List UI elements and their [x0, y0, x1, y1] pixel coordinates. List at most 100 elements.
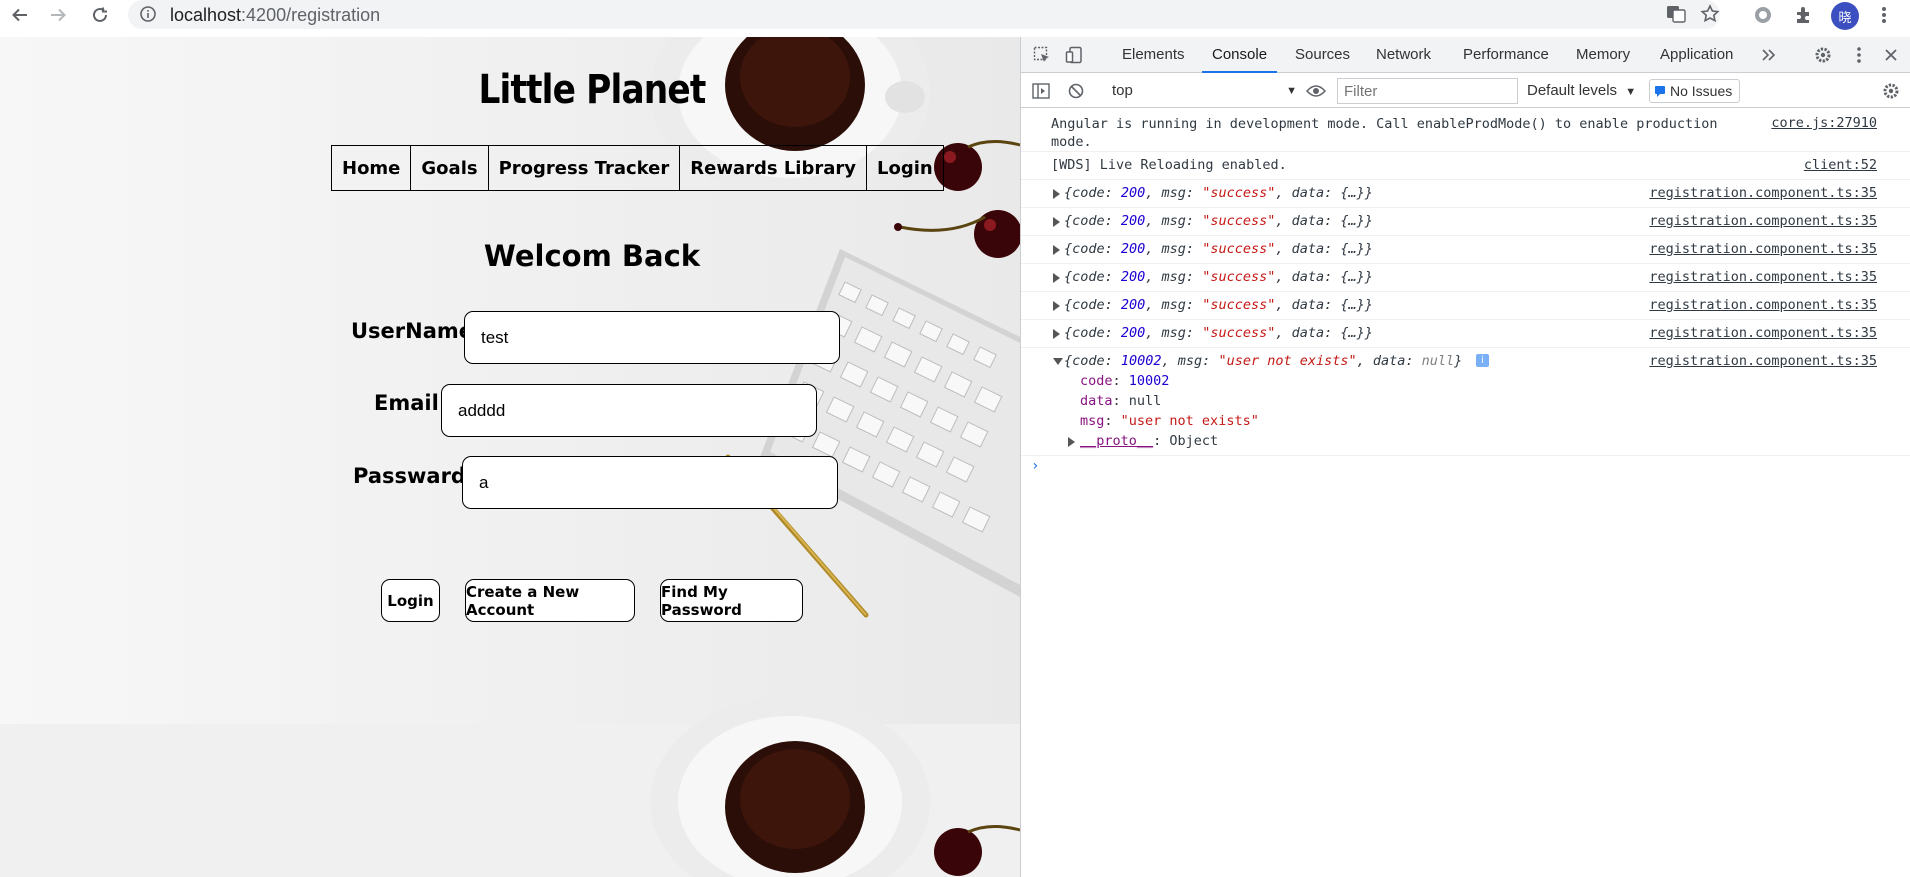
issues-flag-icon: [1655, 86, 1665, 97]
source-link[interactable]: core.js:27910: [1771, 115, 1877, 131]
context-value: top: [1112, 82, 1133, 99]
username-input[interactable]: [464, 311, 840, 364]
console-settings-gear-icon[interactable]: [1879, 79, 1903, 103]
info-i-icon[interactable]: i: [1476, 354, 1489, 367]
console-filter-input[interactable]: [1337, 78, 1518, 104]
console-object-row: {code: 200, msg: "success", data: {…}} re…: [1021, 264, 1910, 292]
object-preview[interactable]: {code: 200, msg: "success", data: {…}}: [1064, 297, 1373, 313]
console-prompt[interactable]: ›: [1021, 456, 1910, 478]
expand-triangle-icon[interactable]: [1053, 217, 1060, 227]
extensions-puzzle-icon[interactable]: [1792, 3, 1816, 27]
issues-button[interactable]: No Issues: [1649, 79, 1740, 103]
source-link[interactable]: registration.component.ts:35: [1649, 353, 1877, 369]
welcome-heading: Welcom Back: [483, 239, 701, 273]
password-input[interactable]: [462, 456, 838, 509]
device-toolbar-icon[interactable]: [1062, 43, 1086, 67]
source-link[interactable]: registration.component.ts:35: [1649, 213, 1877, 229]
success-code: 200: [1120, 269, 1146, 285]
nav-goals[interactable]: Goals: [411, 146, 489, 190]
show-sidebar-icon[interactable]: [1029, 79, 1053, 103]
context-selector[interactable]: top ▼: [1106, 80, 1301, 102]
browser-toolbar: localhost:4200/registration 晓: [0, 0, 1910, 30]
bookmark-star-icon[interactable]: [1698, 2, 1722, 26]
object-preview[interactable]: {code: 200, msg: "success", data: {…}}: [1064, 185, 1373, 201]
console-message-expanded: {code: 10002, msg: "user not exists", da…: [1021, 348, 1910, 456]
nav-login[interactable]: Login: [867, 146, 943, 190]
expand-triangle-icon[interactable]: [1053, 301, 1060, 311]
source-link[interactable]: registration.component.ts:35: [1649, 269, 1877, 285]
source-link[interactable]: registration.component.ts:35: [1649, 241, 1877, 257]
success-msg: "success": [1202, 325, 1276, 341]
site-title-text: Little Planet: [478, 67, 706, 113]
collapse-triangle-icon[interactable]: [1053, 358, 1063, 365]
clear-console-icon[interactable]: [1064, 79, 1088, 103]
success-code: 200: [1120, 325, 1146, 341]
email-input[interactable]: [441, 384, 817, 437]
success-code: 200: [1120, 213, 1146, 229]
tab-console[interactable]: Console: [1201, 37, 1278, 73]
devtools-menu-icon[interactable]: [1847, 43, 1871, 67]
extension-record-icon[interactable]: [1751, 3, 1775, 27]
more-menu-icon[interactable]: [1872, 3, 1896, 27]
success-code: 200: [1120, 185, 1146, 201]
expand-triangle-icon[interactable]: [1068, 437, 1075, 447]
object-preview[interactable]: {code: 200, msg: "success", data: {…}}: [1064, 269, 1373, 285]
object-preview[interactable]: {code: 200, msg: "success", data: {…}}: [1064, 241, 1373, 257]
issues-label: No Issues: [1670, 83, 1733, 99]
expand-triangle-icon[interactable]: [1053, 245, 1060, 255]
console-object-row: {code: 200, msg: "success", data: {…}} re…: [1021, 180, 1910, 208]
prop-msg-val: "user not exists": [1120, 413, 1259, 429]
expand-triangle-icon[interactable]: [1053, 329, 1060, 339]
close-devtools-icon[interactable]: [1879, 43, 1903, 67]
back-icon[interactable]: [8, 3, 32, 27]
source-link[interactable]: registration.component.ts:35: [1649, 325, 1877, 341]
wds-msg: [WDS] Live Reloading enabled.: [1051, 157, 1287, 173]
tab-sources[interactable]: Sources: [1295, 37, 1350, 73]
object-preview[interactable]: {code: 10002, msg: "user not exists", da…: [1064, 353, 1462, 369]
more-tabs-chevron-icon[interactable]: [1757, 43, 1781, 67]
error-code: 10002: [1120, 353, 1162, 369]
prop-code-key: code: [1080, 373, 1113, 389]
find-password-button[interactable]: Find My Password: [660, 579, 803, 622]
tab-application[interactable]: Application: [1660, 37, 1733, 73]
url-text: localhost:4200/registration: [170, 5, 380, 26]
object-preview[interactable]: {code: 200, msg: "success", data: {…}}: [1064, 325, 1373, 341]
prop-code-val: 10002: [1128, 373, 1170, 389]
source-link[interactable]: registration.component.ts:35: [1649, 297, 1877, 313]
live-expression-eye-icon[interactable]: [1304, 79, 1328, 103]
tab-elements[interactable]: Elements: [1122, 37, 1185, 73]
angular-msg: Angular is running in development mode. …: [1051, 116, 1718, 132]
reload-icon[interactable]: [88, 3, 112, 27]
inspect-element-icon[interactable]: [1030, 43, 1054, 67]
prop-proto-val: Object: [1169, 433, 1219, 449]
nav-progress-tracker[interactable]: Progress Tracker: [489, 146, 681, 190]
create-account-button[interactable]: Create a New Account: [465, 579, 635, 622]
devtools-panel: Elements Console Sources Network Perform…: [1020, 37, 1910, 877]
main-nav: Home Goals Progress Tracker Rewards Libr…: [331, 145, 944, 191]
source-link[interactable]: client:52: [1804, 157, 1877, 173]
prop-data-val: null: [1128, 393, 1162, 409]
tab-memory[interactable]: Memory: [1576, 37, 1630, 73]
tab-network[interactable]: Network: [1376, 37, 1431, 73]
expand-triangle-icon[interactable]: [1053, 189, 1060, 199]
forward-icon[interactable]: [46, 3, 70, 27]
prompt-chevron-icon: ›: [1031, 458, 1040, 474]
login-button[interactable]: Login: [381, 579, 440, 622]
profile-avatar[interactable]: 晓: [1831, 2, 1859, 30]
prop-proto-key: __proto__: [1080, 433, 1154, 449]
log-levels-dropdown[interactable]: Default levels ▼: [1527, 79, 1636, 104]
success-msg: "success": [1202, 297, 1276, 313]
translate-icon[interactable]: [1664, 2, 1688, 26]
devtools-tab-bar: Elements Console Sources Network Perform…: [1021, 37, 1910, 73]
prop-data-key: data: [1080, 393, 1113, 409]
address-bar[interactable]: localhost:4200/registration: [128, 0, 1720, 29]
tab-performance[interactable]: Performance: [1463, 37, 1549, 73]
settings-gear-icon[interactable]: [1811, 43, 1835, 67]
site-info-icon[interactable]: [140, 6, 156, 27]
object-preview[interactable]: {code: 200, msg: "success", data: {…}}: [1064, 213, 1373, 229]
nav-home[interactable]: Home: [332, 146, 412, 190]
source-link[interactable]: registration.component.ts:35: [1649, 185, 1877, 201]
nav-rewards-library[interactable]: Rewards Library: [680, 146, 867, 190]
expand-triangle-icon[interactable]: [1053, 273, 1060, 283]
prop-proto[interactable]: __proto__: Object: [1080, 433, 1218, 449]
